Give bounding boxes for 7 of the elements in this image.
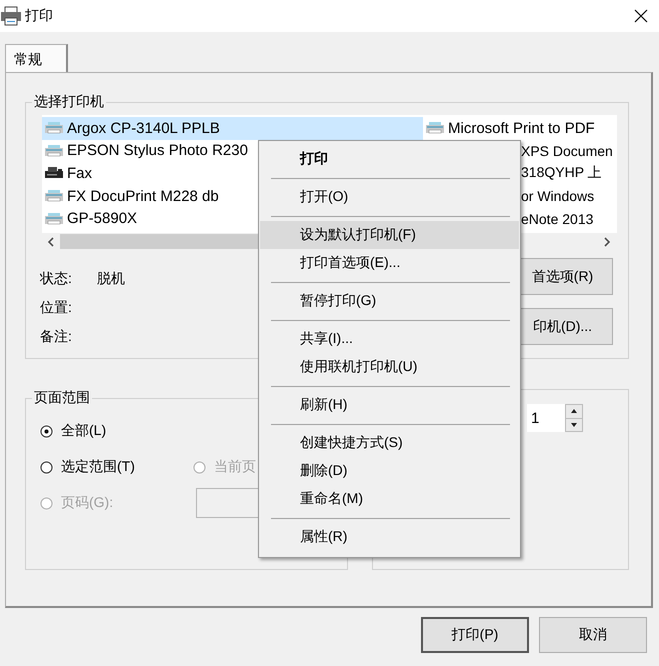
group-title: 页面范围 <box>33 389 91 407</box>
field-label: 状态: <box>40 270 73 288</box>
window-title: 打印 <box>25 7 53 25</box>
group-title: 选择打印机 <box>33 93 105 111</box>
field-label: 位置: <box>40 299 73 317</box>
field-value: 脱机 <box>97 270 126 288</box>
field-label: 备注: <box>40 328 73 346</box>
